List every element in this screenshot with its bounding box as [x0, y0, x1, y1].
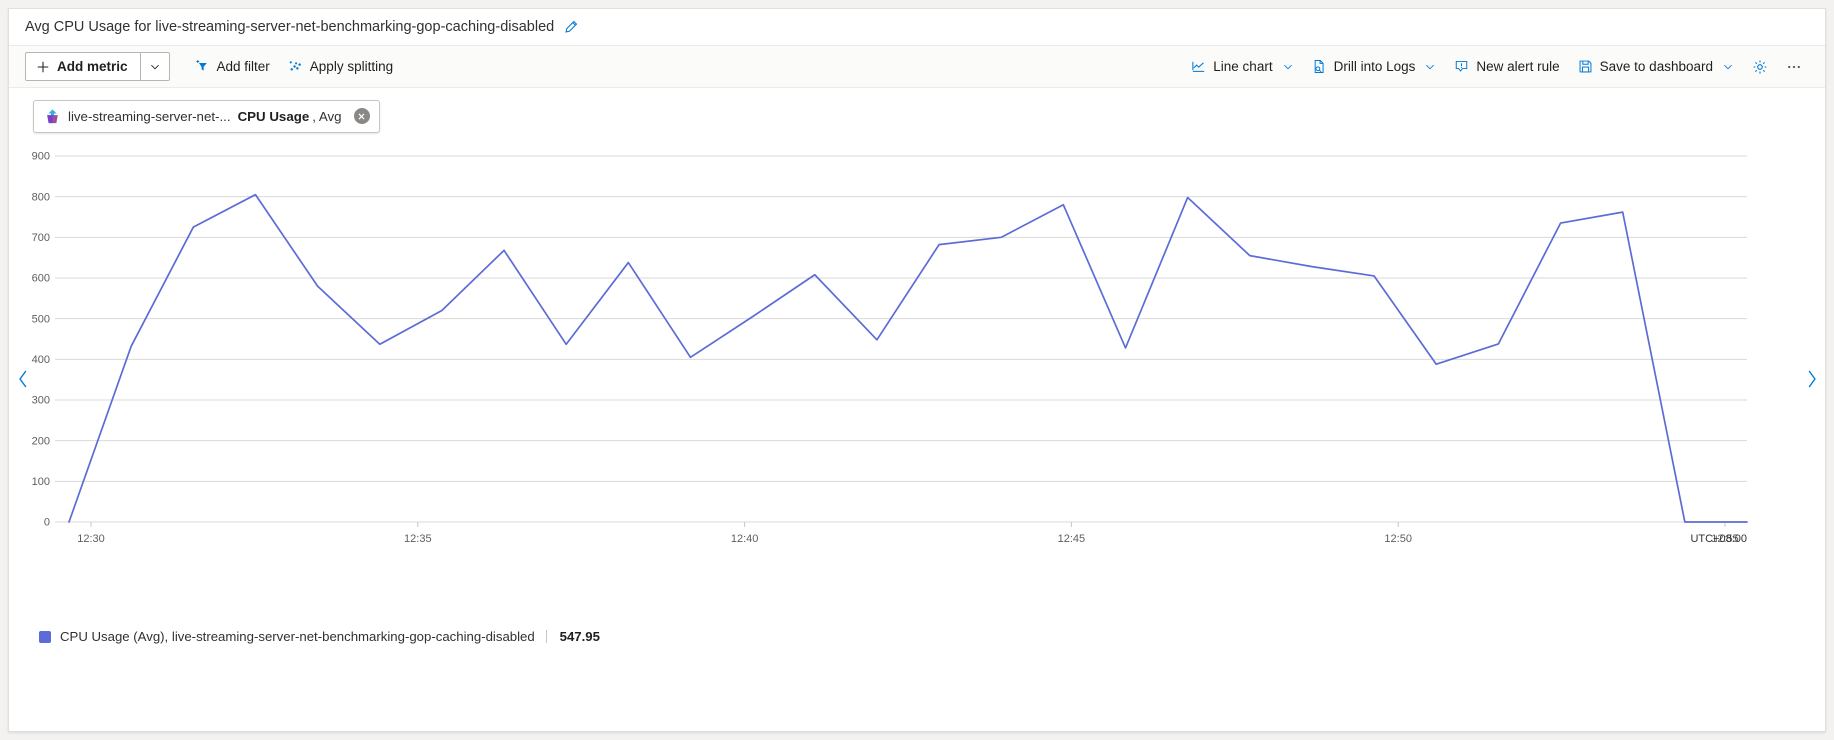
y-axis-tick-label: 700 — [32, 232, 50, 244]
chart-legend: CPU Usage (Avg), live-streaming-server-n… — [9, 614, 1825, 646]
apply-splitting-label: Apply splitting — [309, 59, 394, 74]
new-alert-rule-label: New alert rule — [1476, 59, 1560, 74]
x-axis-tick-label: 12:35 — [404, 533, 432, 545]
y-axis-tick-label: 200 — [32, 435, 50, 447]
metric-chip-metric-name: CPU Usage — [237, 108, 310, 124]
y-axis-tick-label: 300 — [32, 395, 50, 407]
alert-bell-icon — [1454, 59, 1469, 74]
x-axis-tick-label: 12:40 — [731, 533, 759, 545]
settings-button[interactable] — [1743, 52, 1777, 82]
apply-splitting-button[interactable]: Apply splitting — [279, 52, 402, 82]
chevron-down-icon — [1424, 61, 1436, 73]
chart-area: 0 100 200 300 400 500 600 700 800 900 12:30 12:35 12… — [9, 144, 1825, 614]
metric-chip-row: live-streaming-server-net-... CPU Usage … — [9, 88, 1825, 144]
legend-separator — [546, 630, 548, 643]
y-axis-tick-label: 0 — [44, 517, 50, 529]
command-bar-left: Add metric Add filter Apply splitting — [25, 52, 402, 82]
chart-type-button[interactable]: Line chart — [1182, 52, 1302, 82]
chevron-down-icon — [1282, 61, 1294, 73]
line-chart-plot[interactable]: 0 100 200 300 400 500 600 700 800 900 12:30 12:35 12… — [9, 144, 1825, 614]
y-axis-tick-label: 100 — [32, 476, 50, 488]
command-bar: Add metric Add filter Apply splitting Li… — [9, 46, 1825, 88]
y-axis-tick-label: 400 — [32, 354, 50, 366]
save-to-dashboard-button[interactable]: Save to dashboard — [1569, 52, 1743, 82]
close-circle-icon[interactable] — [353, 108, 370, 124]
series-line — [68, 193, 1748, 523]
legend-item[interactable]: CPU Usage (Avg), live-streaming-server-n… — [60, 628, 600, 646]
metric-chip[interactable]: live-streaming-server-net-... CPU Usage … — [33, 99, 380, 133]
add-metric-button[interactable]: Add metric — [26, 53, 140, 80]
save-disk-icon — [1578, 59, 1593, 74]
chart-type-label: Line chart — [1213, 59, 1273, 74]
metric-chip-aggregation: , Avg — [312, 108, 342, 124]
drill-into-logs-button[interactable]: Drill into Logs — [1303, 52, 1446, 82]
add-metric-label: Add metric — [57, 59, 128, 74]
line-chart-icon — [1191, 59, 1206, 74]
pencil-icon[interactable] — [563, 20, 578, 35]
legend-series-value: 547.95 — [559, 629, 600, 644]
gear-icon — [1752, 59, 1768, 75]
x-axis-tick-label: 12:30 — [77, 533, 105, 545]
page-title: Avg CPU Usage for live-streaming-server-… — [25, 19, 555, 35]
plus-icon — [36, 60, 50, 74]
add-filter-button[interactable]: Add filter — [186, 52, 279, 82]
splitting-scatter-icon — [288, 59, 303, 74]
new-alert-rule-button[interactable]: New alert rule — [1445, 52, 1568, 82]
add-metric-dropdown-button[interactable] — [139, 53, 169, 80]
legend-series-label: CPU Usage (Avg), live-streaming-server-n… — [60, 629, 535, 644]
azure-resource-icon — [44, 108, 61, 125]
drill-into-logs-label: Drill into Logs — [1333, 59, 1416, 74]
add-filter-label: Add filter — [216, 59, 270, 74]
chevron-left-icon[interactable] — [12, 364, 34, 394]
y-axis-tick-label: 600 — [32, 273, 50, 285]
logs-query-icon — [1312, 59, 1327, 74]
chevron-down-icon — [1722, 61, 1734, 73]
legend-color-swatch — [39, 631, 51, 643]
y-axis-tick-label: 900 — [32, 151, 50, 163]
timezone-label: UTC+08:00 — [1690, 533, 1747, 545]
command-bar-right: Line chart Drill into Logs New alert rul… — [1182, 52, 1811, 82]
more-options-button[interactable] — [1777, 52, 1811, 82]
y-axis-tick-label: 500 — [32, 313, 50, 325]
y-axis-tick-label: 800 — [32, 191, 50, 203]
add-metric-group: Add metric — [25, 52, 170, 81]
filter-add-icon — [195, 59, 210, 74]
metric-chip-resource: live-streaming-server-net-... — [68, 108, 231, 124]
chevron-down-icon — [149, 61, 161, 73]
metrics-chart-panel: Avg CPU Usage for live-streaming-server-… — [8, 8, 1826, 732]
x-axis-tick-label: 12:50 — [1384, 533, 1412, 545]
ellipsis-icon — [1786, 59, 1802, 75]
x-axis-tick-label: 12:45 — [1058, 533, 1086, 545]
chevron-right-icon[interactable] — [1800, 364, 1822, 394]
chart-title-row: Avg CPU Usage for live-streaming-server-… — [9, 9, 1825, 46]
save-to-dashboard-label: Save to dashboard — [1599, 59, 1713, 74]
